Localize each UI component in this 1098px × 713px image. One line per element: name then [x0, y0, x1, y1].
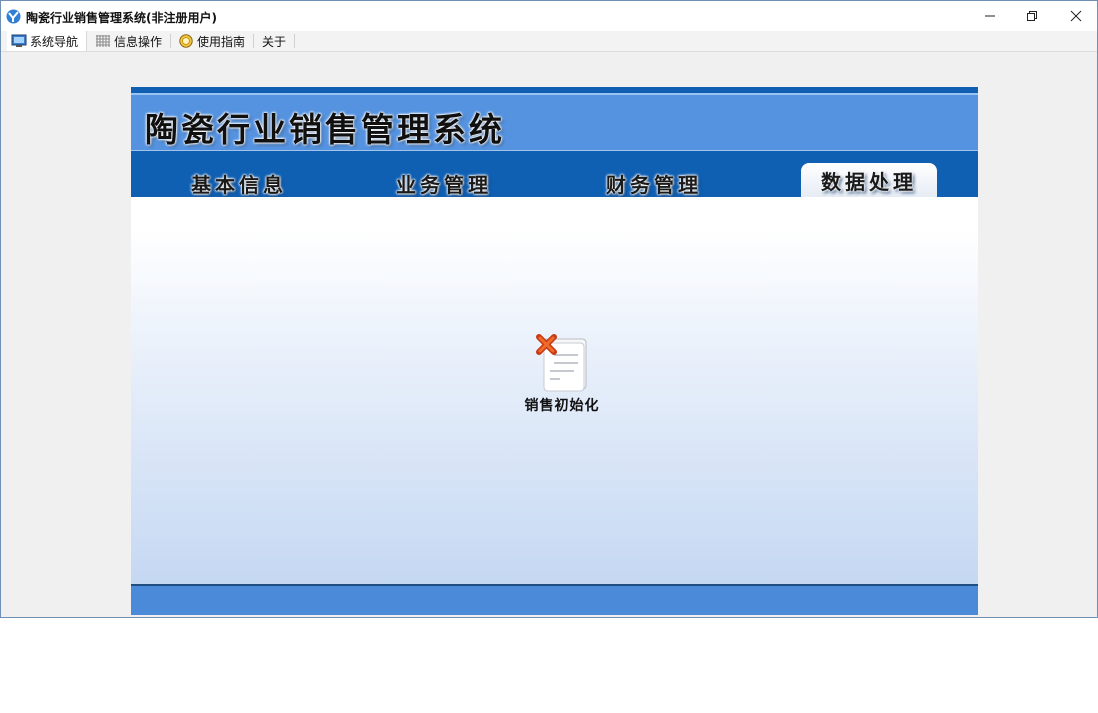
app-logo-icon: [6, 9, 21, 24]
app-window: 陶瓷行业销售管理系统(非注册用户) 系统导航 信息操作 使用指南 关于 陶瓷行业…: [0, 0, 1098, 618]
grid-icon: [96, 35, 110, 47]
tab-info-ops[interactable]: 信息操作: [95, 31, 162, 51]
minimize-icon: [985, 15, 995, 17]
toolbar-tabs: 系统导航 信息操作 使用指南 关于: [1, 31, 1097, 52]
tab-label: 系统导航: [30, 34, 79, 49]
tab-label: 关于: [262, 34, 287, 49]
window-title: 陶瓷行业销售管理系统(非注册用户): [26, 11, 217, 25]
minimize-button[interactable]: [967, 1, 1013, 31]
toolbar-divider: [170, 34, 171, 48]
header-banner: 陶瓷行业销售管理系统: [131, 93, 978, 151]
toolbar-divider: [253, 34, 254, 48]
item-label: 销售初始化: [524, 398, 600, 414]
nav-basic-info[interactable]: 基本信息: [191, 169, 287, 198]
monitor-icon: [11, 34, 27, 47]
content-area: 销售初始化: [131, 197, 978, 584]
main-panel: 陶瓷行业销售管理系统 基本信息 业务管理 财务管理 数据处理 销售初始化: [131, 87, 978, 615]
tab-user-guide[interactable]: 使用指南: [178, 31, 245, 51]
nav-data-processing[interactable]: 数据处理: [801, 163, 937, 197]
tab-about[interactable]: 关于: [262, 31, 286, 51]
banner-title: 陶瓷行业销售管理系统: [145, 110, 505, 149]
main-nav: 基本信息 业务管理 财务管理 数据处理: [131, 151, 978, 197]
nav-finance-management[interactable]: 财务管理: [606, 169, 702, 198]
title-bar: 陶瓷行业销售管理系统(非注册用户): [1, 1, 1097, 31]
tab-label: 信息操作: [114, 34, 163, 49]
help-coin-icon: [179, 34, 193, 48]
close-button[interactable]: [1053, 1, 1098, 31]
toolbar-divider: [294, 34, 295, 48]
restore-button[interactable]: [1009, 1, 1055, 31]
document-delete-icon: [534, 333, 590, 393]
sales-init-item[interactable]: 销售初始化: [517, 333, 607, 415]
nav-business-management[interactable]: 业务管理: [396, 169, 492, 198]
close-icon: [1070, 10, 1082, 22]
footer-bar: [131, 586, 978, 615]
tab-system-nav[interactable]: 系统导航: [7, 31, 88, 51]
tab-label: 使用指南: [197, 34, 246, 49]
restore-icon: [1027, 11, 1037, 21]
